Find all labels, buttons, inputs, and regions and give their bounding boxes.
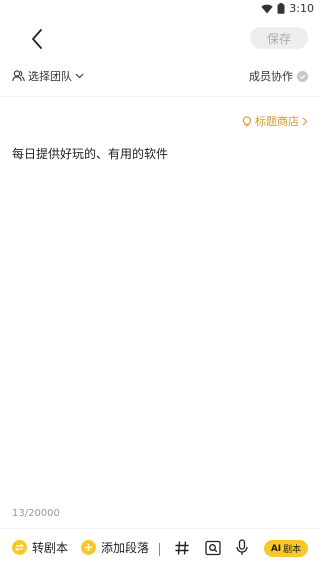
search-box-icon — [205, 540, 221, 556]
select-team-dropdown[interactable]: 选择团队 — [12, 68, 84, 84]
title-shop-link[interactable]: 标题商店 — [242, 113, 308, 129]
team-row: 选择团队 成员协作 — [0, 66, 320, 88]
top-nav: 保存 — [0, 22, 320, 56]
word-count: 13/20000 — [12, 508, 60, 519]
battery-icon — [277, 3, 285, 14]
add-paragraph-button[interactable]: 添加段落 — [81, 539, 149, 556]
users-icon — [12, 70, 25, 82]
wifi-icon — [261, 4, 273, 14]
ai-sub-label: 剧本 — [283, 545, 302, 555]
bottom-toolbar: 转剧本 添加段落 AI 剧本 — [0, 528, 320, 568]
member-collab-label: 成员协作 — [249, 70, 293, 83]
chevron-down-icon — [75, 73, 84, 79]
select-team-label: 选择团队 — [28, 70, 72, 83]
toolbar-separator — [159, 543, 160, 556]
hashtag-button[interactable] — [174, 540, 190, 556]
hashtag-icon — [175, 541, 189, 555]
status-time: 3:10 — [289, 2, 314, 15]
microphone-icon — [236, 539, 248, 555]
title-shop-label: 标题商店 — [255, 115, 299, 128]
convert-script-label: 转剧本 — [32, 541, 69, 555]
member-collab-toggle[interactable]: 成员协作 — [249, 68, 308, 84]
save-button[interactable]: 保存 — [250, 27, 308, 49]
divider — [0, 96, 320, 97]
search-material-button[interactable] — [205, 540, 221, 556]
add-paragraph-label: 添加段落 — [101, 541, 150, 555]
chevron-right-icon — [302, 117, 308, 125]
plus-icon — [81, 540, 96, 555]
voice-input-button[interactable] — [235, 539, 249, 556]
status-bar: 3:10 — [0, 0, 320, 18]
convert-script-button[interactable]: 转剧本 — [12, 539, 68, 556]
chevron-left-icon — [32, 29, 42, 49]
editor-content[interactable]: 每日提供好玩的、有用的软件 — [12, 145, 168, 162]
swap-icon — [12, 540, 27, 555]
status-icons: 3:10 — [261, 2, 314, 15]
lightbulb-icon — [242, 115, 252, 127]
ai-label: AI — [270, 543, 282, 554]
back-button[interactable] — [22, 24, 52, 54]
ai-script-button[interactable]: AI 剧本 — [264, 540, 308, 557]
check-circle-icon — [297, 70, 308, 82]
